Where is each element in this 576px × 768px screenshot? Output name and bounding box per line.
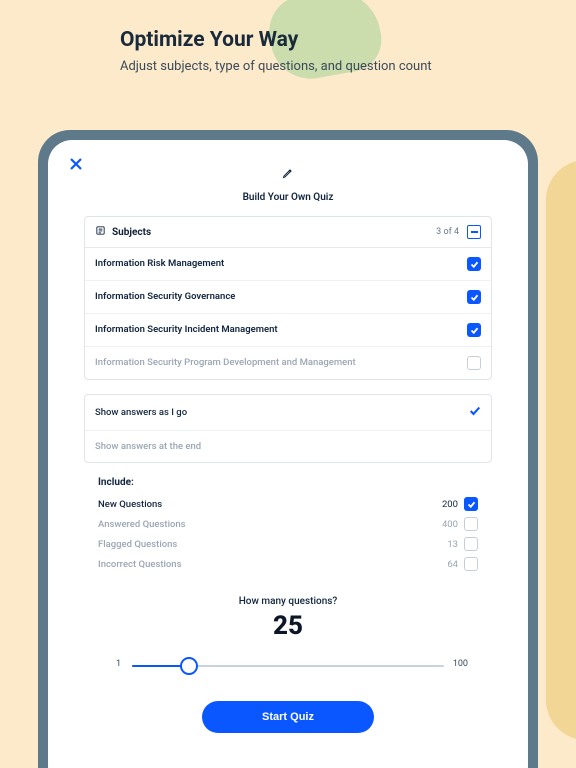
checkbox-checked[interactable] (467, 257, 481, 271)
include-count: 400 (424, 519, 458, 530)
include-label: Answered Questions (98, 519, 424, 530)
slider-min: 1 (116, 659, 121, 669)
screen: Build Your Own Quiz Subjects 3 of 4 Info… (48, 140, 528, 768)
include-row[interactable]: Answered Questions 400 (98, 514, 478, 534)
include-count: 64 (424, 559, 458, 570)
answer-mode-label: Show answers as I go (95, 407, 469, 418)
close-button[interactable] (64, 152, 88, 176)
minus-icon (471, 231, 478, 233)
start-quiz-button[interactable]: Start Quiz (202, 701, 374, 733)
answer-mode-card: Show answers as I go Show answers at the… (84, 394, 492, 463)
include-row[interactable]: Incorrect Questions 64 (98, 554, 478, 574)
subjects-header[interactable]: Subjects 3 of 4 (85, 217, 491, 248)
question-count-slider[interactable]: 1 100 (116, 653, 460, 681)
answer-mode-option[interactable]: Show answers as I go (85, 395, 491, 431)
question-count-prompt: How many questions? (84, 596, 492, 607)
include-row[interactable]: New Questions 200 (98, 494, 478, 514)
subject-label: Information Risk Management (95, 258, 459, 270)
check-icon (469, 405, 481, 420)
include-row[interactable]: Flagged Questions 13 (98, 534, 478, 554)
include-count: 200 (424, 499, 458, 510)
subjects-count: 3 of 4 (436, 227, 459, 237)
answer-mode-option[interactable]: Show answers at the end (85, 431, 491, 462)
subjects-card: Subjects 3 of 4 Information Risk Managem… (84, 216, 492, 380)
include-label: Incorrect Questions (98, 559, 424, 570)
subject-row[interactable]: Information Security Incident Management (85, 314, 491, 347)
subject-label: Information Security Governance (95, 291, 459, 303)
include-label: Flagged Questions (98, 539, 424, 550)
pencil-icon (282, 164, 294, 183)
decorative-blob (546, 160, 576, 740)
check-icon (470, 260, 479, 269)
check-icon (470, 293, 479, 302)
hero-subtitle: Adjust subjects, type of questions, and … (120, 58, 440, 76)
question-count-value: 25 (84, 611, 492, 641)
answer-mode-label: Show answers at the end (95, 441, 481, 452)
device-frame: Build Your Own Quiz Subjects 3 of 4 Info… (38, 130, 538, 768)
checkbox-unchecked[interactable] (464, 537, 478, 551)
question-count-section: How many questions? 25 (84, 596, 492, 641)
checkbox-unchecked[interactable] (467, 356, 481, 370)
modal-header: Build Your Own Quiz (84, 164, 492, 204)
subject-label: Information Security Program Development… (95, 357, 459, 369)
start-quiz-label: Start Quiz (262, 711, 314, 723)
checkbox-unchecked[interactable] (464, 557, 478, 571)
subject-row[interactable]: Information Risk Management (85, 248, 491, 281)
checkbox-checked[interactable] (467, 323, 481, 337)
include-count: 13 (424, 539, 458, 550)
subject-row[interactable]: Information Security Governance (85, 281, 491, 314)
hero-section: Optimize Your Way Adjust subjects, type … (120, 28, 440, 76)
include-section: Include: New Questions 200 Answered Ques… (98, 477, 478, 574)
slider-knob[interactable] (180, 657, 198, 675)
list-icon (95, 225, 106, 239)
checkbox-checked[interactable] (467, 290, 481, 304)
subjects-heading: Subjects (112, 227, 436, 238)
include-heading: Include: (98, 477, 478, 488)
close-icon (68, 156, 84, 172)
modal-title: Build Your Own Quiz (243, 192, 334, 203)
slider-max: 100 (453, 659, 468, 669)
check-icon (467, 500, 476, 509)
include-label: New Questions (98, 499, 424, 510)
check-icon (470, 326, 479, 335)
checkbox-unchecked[interactable] (464, 517, 478, 531)
subject-label: Information Security Incident Management (95, 324, 459, 336)
hero-title: Optimize Your Way (120, 28, 440, 52)
collapse-button[interactable] (467, 225, 481, 239)
subject-row[interactable]: Information Security Program Development… (85, 347, 491, 379)
checkbox-checked[interactable] (464, 497, 478, 511)
